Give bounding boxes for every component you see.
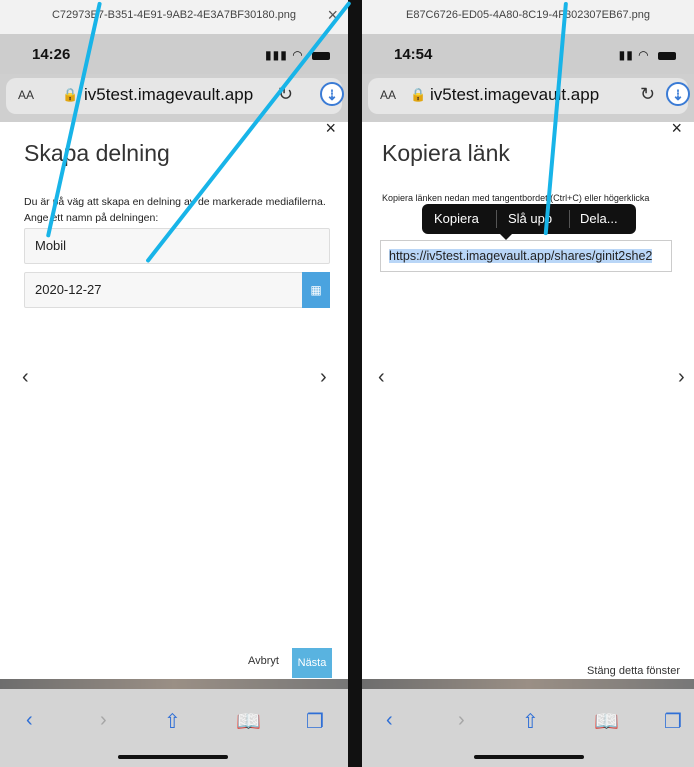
battery-icon — [658, 51, 676, 60]
close-window-button[interactable]: Stäng detta fönster — [587, 665, 680, 677]
share-link-field[interactable]: https://iv5test.imagevault.app/shares/gi… — [380, 240, 672, 272]
menu-separator — [496, 210, 497, 228]
status-icons: ▮▮▮ ◠ — [265, 48, 330, 62]
status-bar: 14:54 ▮▮ ◠ — [362, 34, 694, 74]
modal-title: Kopiera länk — [382, 140, 510, 166]
status-time: 14:54 — [394, 46, 433, 63]
address-bar[interactable]: AA 🔒 iv5test.imagevault.app ↻ ⇣ — [6, 78, 344, 114]
lock-icon: 🔒 — [410, 87, 427, 102]
modal-title: Skapa delning — [24, 140, 170, 166]
background-photo — [362, 679, 694, 689]
reload-icon[interactable]: ↻ — [640, 84, 655, 105]
download-icon[interactable]: ⇣ — [666, 82, 690, 106]
share-link-text[interactable]: https://iv5test.imagevault.app/shares/gi… — [389, 249, 653, 263]
back-icon[interactable]: ‹ — [386, 709, 393, 732]
modal-close-icon[interactable]: × — [671, 118, 682, 139]
next-arrow-icon[interactable]: › — [320, 366, 327, 389]
share-icon[interactable]: ⇧ — [522, 709, 539, 734]
url-text[interactable]: iv5test.imagevault.app — [430, 85, 599, 105]
filename-bar: C72973E7-B351-4E91-9AB2-4E3A7BF30180.png… — [0, 0, 348, 34]
tabs-icon[interactable]: ❐ — [664, 709, 682, 734]
cancel-button[interactable]: Avbryt — [248, 655, 279, 667]
prev-arrow-icon[interactable]: ‹ — [378, 366, 385, 389]
divider — [348, 0, 362, 767]
forward-icon[interactable]: › — [458, 709, 465, 732]
calendar-icon[interactable]: ▦ — [302, 272, 330, 308]
safari-toolbar: ‹ › ⇧ 📖 ❐ — [362, 689, 694, 767]
download-icon[interactable]: ⇣ — [320, 82, 344, 106]
tabs-icon[interactable]: ❐ — [306, 709, 324, 734]
next-button[interactable]: Nästa — [292, 648, 332, 678]
share-menu-item[interactable]: Dela... — [580, 211, 618, 226]
status-icons: ▮▮ ◠ — [619, 48, 676, 62]
home-indicator — [118, 755, 228, 759]
left-screenshot: C72973E7-B351-4E91-9AB2-4E3A7BF30180.png… — [0, 0, 348, 767]
background-photo — [0, 679, 348, 689]
next-arrow-icon[interactable]: › — [678, 366, 685, 389]
url-text[interactable]: iv5test.imagevault.app — [84, 85, 253, 105]
expiry-date-input[interactable]: 2020-12-27 ▦ — [24, 272, 330, 308]
text-size-button[interactable]: AA — [380, 88, 396, 102]
home-indicator — [474, 755, 584, 759]
bookmarks-icon[interactable]: 📖 — [236, 709, 261, 734]
text-selection-menu: Kopiera Slå upp Dela... — [422, 204, 636, 234]
prev-arrow-icon[interactable]: ‹ — [22, 366, 29, 389]
filename-bar: E87C6726-ED05-4A80-8C19-4F302307EB67.png — [362, 0, 694, 34]
menu-pointer — [500, 234, 512, 240]
filename-text: C72973E7-B351-4E91-9AB2-4E3A7BF30180.png — [51, 9, 296, 21]
expiry-date-value: 2020-12-27 — [35, 282, 102, 297]
filename-text: E87C6726-ED05-4A80-8C19-4F302307EB67.png — [405, 9, 650, 21]
menu-separator — [569, 210, 570, 228]
share-icon[interactable]: ⇧ — [164, 709, 181, 734]
text-size-button[interactable]: AA — [18, 88, 34, 102]
share-name-input[interactable]: Mobil — [24, 228, 330, 264]
forward-icon[interactable]: › — [100, 709, 107, 732]
modal-close-icon[interactable]: × — [325, 118, 336, 139]
address-bar[interactable]: AA 🔒 iv5test.imagevault.app ↻ ⇣ — [368, 78, 690, 114]
right-screenshot: E87C6726-ED05-4A80-8C19-4F302307EB67.png… — [362, 0, 694, 767]
battery-icon — [312, 51, 330, 60]
status-time: 14:26 — [32, 46, 71, 63]
bookmarks-icon[interactable]: 📖 — [594, 709, 619, 734]
back-icon[interactable]: ‹ — [26, 709, 33, 732]
safari-toolbar: ‹ › ⇧ 📖 ❐ — [0, 689, 348, 767]
copy-menu-item[interactable]: Kopiera — [434, 211, 479, 226]
